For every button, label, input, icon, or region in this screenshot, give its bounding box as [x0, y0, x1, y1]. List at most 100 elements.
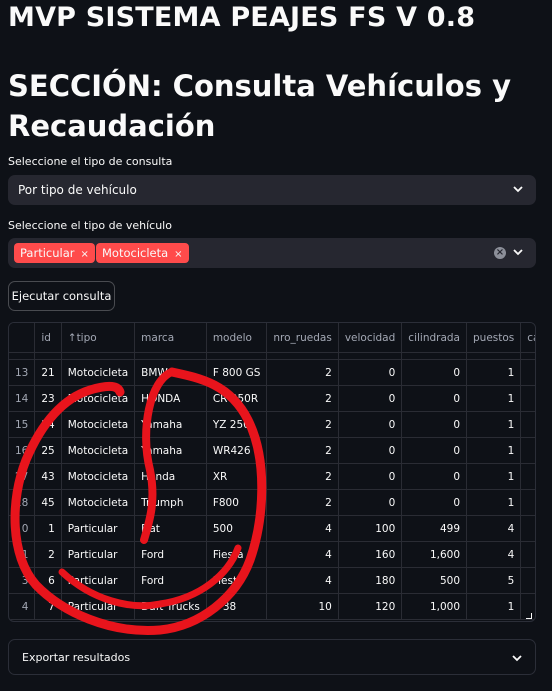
table-cell[interactable]: YZ 250	[206, 411, 268, 438]
table-cell[interactable]: 2	[266, 359, 339, 386]
table-row[interactable]: 01ParticularFiat500410049940	[9, 515, 535, 542]
table-cell[interactable]: 1	[466, 593, 522, 620]
table-cell[interactable]: 1,000	[401, 593, 467, 620]
table-cell[interactable]: Fiat	[134, 515, 207, 542]
table-cell[interactable]: F 800 GS	[206, 359, 268, 386]
table-cell[interactable]: 0	[401, 385, 467, 412]
table-cell[interactable]: Motocicleta	[61, 463, 136, 490]
table-cell[interactable]: 2	[266, 385, 339, 412]
table-row[interactable]: 2743MotocicletaHondaXR20010	[9, 463, 535, 490]
row-index[interactable]: 13	[9, 359, 36, 386]
table-cell[interactable]: 180	[338, 567, 403, 594]
chip-motocicleta[interactable]: Motocicleta ×	[96, 243, 189, 263]
table-cell[interactable]: 120	[338, 593, 403, 620]
results-table[interactable]: id ↑tipo marca modelo nro_ruedas velocidad cil…	[8, 322, 536, 622]
table-cell[interactable]: Particular	[61, 541, 136, 568]
table-row[interactable]: 2845MotocicletaTriumphF80020010	[9, 489, 535, 516]
chip-particular[interactable]: Particular ×	[14, 243, 95, 263]
row-index[interactable]: 3	[9, 567, 36, 594]
table-cell[interactable]: 10	[266, 593, 339, 620]
table-cell[interactable]: 0	[520, 567, 535, 594]
table-cell[interactable]: Particular	[61, 567, 136, 594]
table-cell[interactable]: 2	[266, 437, 339, 464]
table-cell[interactable]: 0	[401, 463, 467, 490]
table-cell[interactable]: 4	[266, 541, 339, 568]
chevron-down-icon[interactable]	[512, 246, 524, 258]
table-cell[interactable]: 1	[34, 515, 62, 542]
table-cell[interactable]: Fiesta	[206, 567, 268, 594]
table-cell[interactable]: 23	[34, 385, 62, 412]
table-cell[interactable]: Honda	[134, 463, 207, 490]
table-cell[interactable]: 2	[34, 541, 62, 568]
table-cell[interactable]: Ford	[134, 541, 207, 568]
query-type-select[interactable]: Por tipo de vehículo	[8, 175, 536, 205]
table-cell[interactable]: 0	[401, 437, 467, 464]
table-cell[interactable]: 0	[520, 541, 535, 568]
table-row[interactable]: 1321MotocicletaBMWF 800 GS20010	[9, 359, 535, 386]
table-cell[interactable]: 2	[266, 463, 339, 490]
table-cell[interactable]: 2	[266, 411, 339, 438]
table-cell[interactable]: 0	[520, 489, 535, 516]
table-cell[interactable]: 21	[34, 359, 62, 386]
column-header[interactable]: velocidad	[338, 323, 403, 353]
table-cell[interactable]: 0	[401, 411, 467, 438]
table-cell[interactable]: 1	[466, 437, 522, 464]
vehicle-type-multiselect[interactable]: Particular × Motocicleta × ×	[8, 238, 536, 268]
column-header[interactable]: carga_kgs	[520, 323, 535, 353]
table-cell[interactable]: 5	[466, 567, 522, 594]
table-cell[interactable]: 7	[34, 593, 62, 620]
table-cell[interactable]: 0	[520, 385, 535, 412]
table-cell[interactable]: 0	[338, 437, 403, 464]
table-cell[interactable]: 0	[520, 411, 535, 438]
table-cell[interactable]: 160	[338, 541, 403, 568]
table-cell[interactable]: BMW	[134, 359, 207, 386]
table-cell[interactable]: 0	[338, 463, 403, 490]
column-header[interactable]: modelo	[206, 323, 268, 353]
table-cell[interactable]: WR426	[206, 437, 268, 464]
table-cell[interactable]: 1	[466, 411, 522, 438]
table-cell[interactable]: 100	[338, 515, 403, 542]
table-cell[interactable]: CR 250R	[206, 385, 268, 412]
row-index[interactable]: 16	[9, 437, 36, 464]
table-cell[interactable]: Ford	[134, 567, 207, 594]
table-cell[interactable]: 0	[338, 411, 403, 438]
table-row[interactable]: 1524MotocicletaYamahaYZ 25020010	[9, 411, 535, 438]
table-cell[interactable]: 43	[34, 463, 62, 490]
table-cell[interactable]: Particular	[61, 593, 136, 620]
table-cell[interactable]: 0	[338, 385, 403, 412]
table-cell[interactable]: 499	[401, 515, 467, 542]
table-cell[interactable]: 24	[34, 411, 62, 438]
table-cell[interactable]: 0	[338, 359, 403, 386]
row-index[interactable]: 14	[9, 385, 36, 412]
remove-chip-icon[interactable]: ×	[80, 249, 88, 260]
table-cell[interactable]: 6	[34, 567, 62, 594]
row-index[interactable]: 27	[9, 463, 36, 490]
row-index[interactable]: 28	[9, 489, 36, 516]
table-cell[interactable]: 0	[520, 463, 535, 490]
table-cell[interactable]: 4	[266, 567, 339, 594]
table-cell[interactable]: Particular	[61, 515, 136, 542]
table-cell[interactable]: Yamaha	[134, 411, 207, 438]
table-cell[interactable]: Yamaha	[134, 437, 207, 464]
table-cell[interactable]: 25	[34, 437, 62, 464]
row-index[interactable]: 0	[9, 515, 36, 542]
table-cell[interactable]: S 38	[206, 593, 268, 620]
table-cell[interactable]: 1	[466, 385, 522, 412]
column-header[interactable]: marca	[134, 323, 207, 353]
table-cell[interactable]: 2	[266, 489, 339, 516]
chevron-down-icon[interactable]	[512, 183, 524, 195]
table-cell[interactable]: XR	[206, 463, 268, 490]
table-row[interactable]: 1423MotocicletaHONDACR 250R20010	[9, 385, 535, 412]
export-expander[interactable]: Exportar resultados	[8, 639, 536, 675]
table-cell[interactable]: Daft Trucks	[134, 593, 207, 620]
table-cell[interactable]: 1	[466, 463, 522, 490]
clear-all-icon[interactable]: ×	[494, 247, 506, 259]
table-cell[interactable]: Fiesta	[206, 541, 268, 568]
row-index[interactable]: 1	[9, 541, 36, 568]
table-row[interactable]: 12ParticularFordFiesta41601,60040	[9, 541, 535, 568]
table-cell[interactable]: F800	[206, 489, 268, 516]
table-cell[interactable]: 0	[520, 359, 535, 386]
table-cell[interactable]: 0	[401, 359, 467, 386]
table-cell[interactable]: 1,600	[401, 541, 467, 568]
column-header[interactable]: id	[34, 323, 62, 353]
